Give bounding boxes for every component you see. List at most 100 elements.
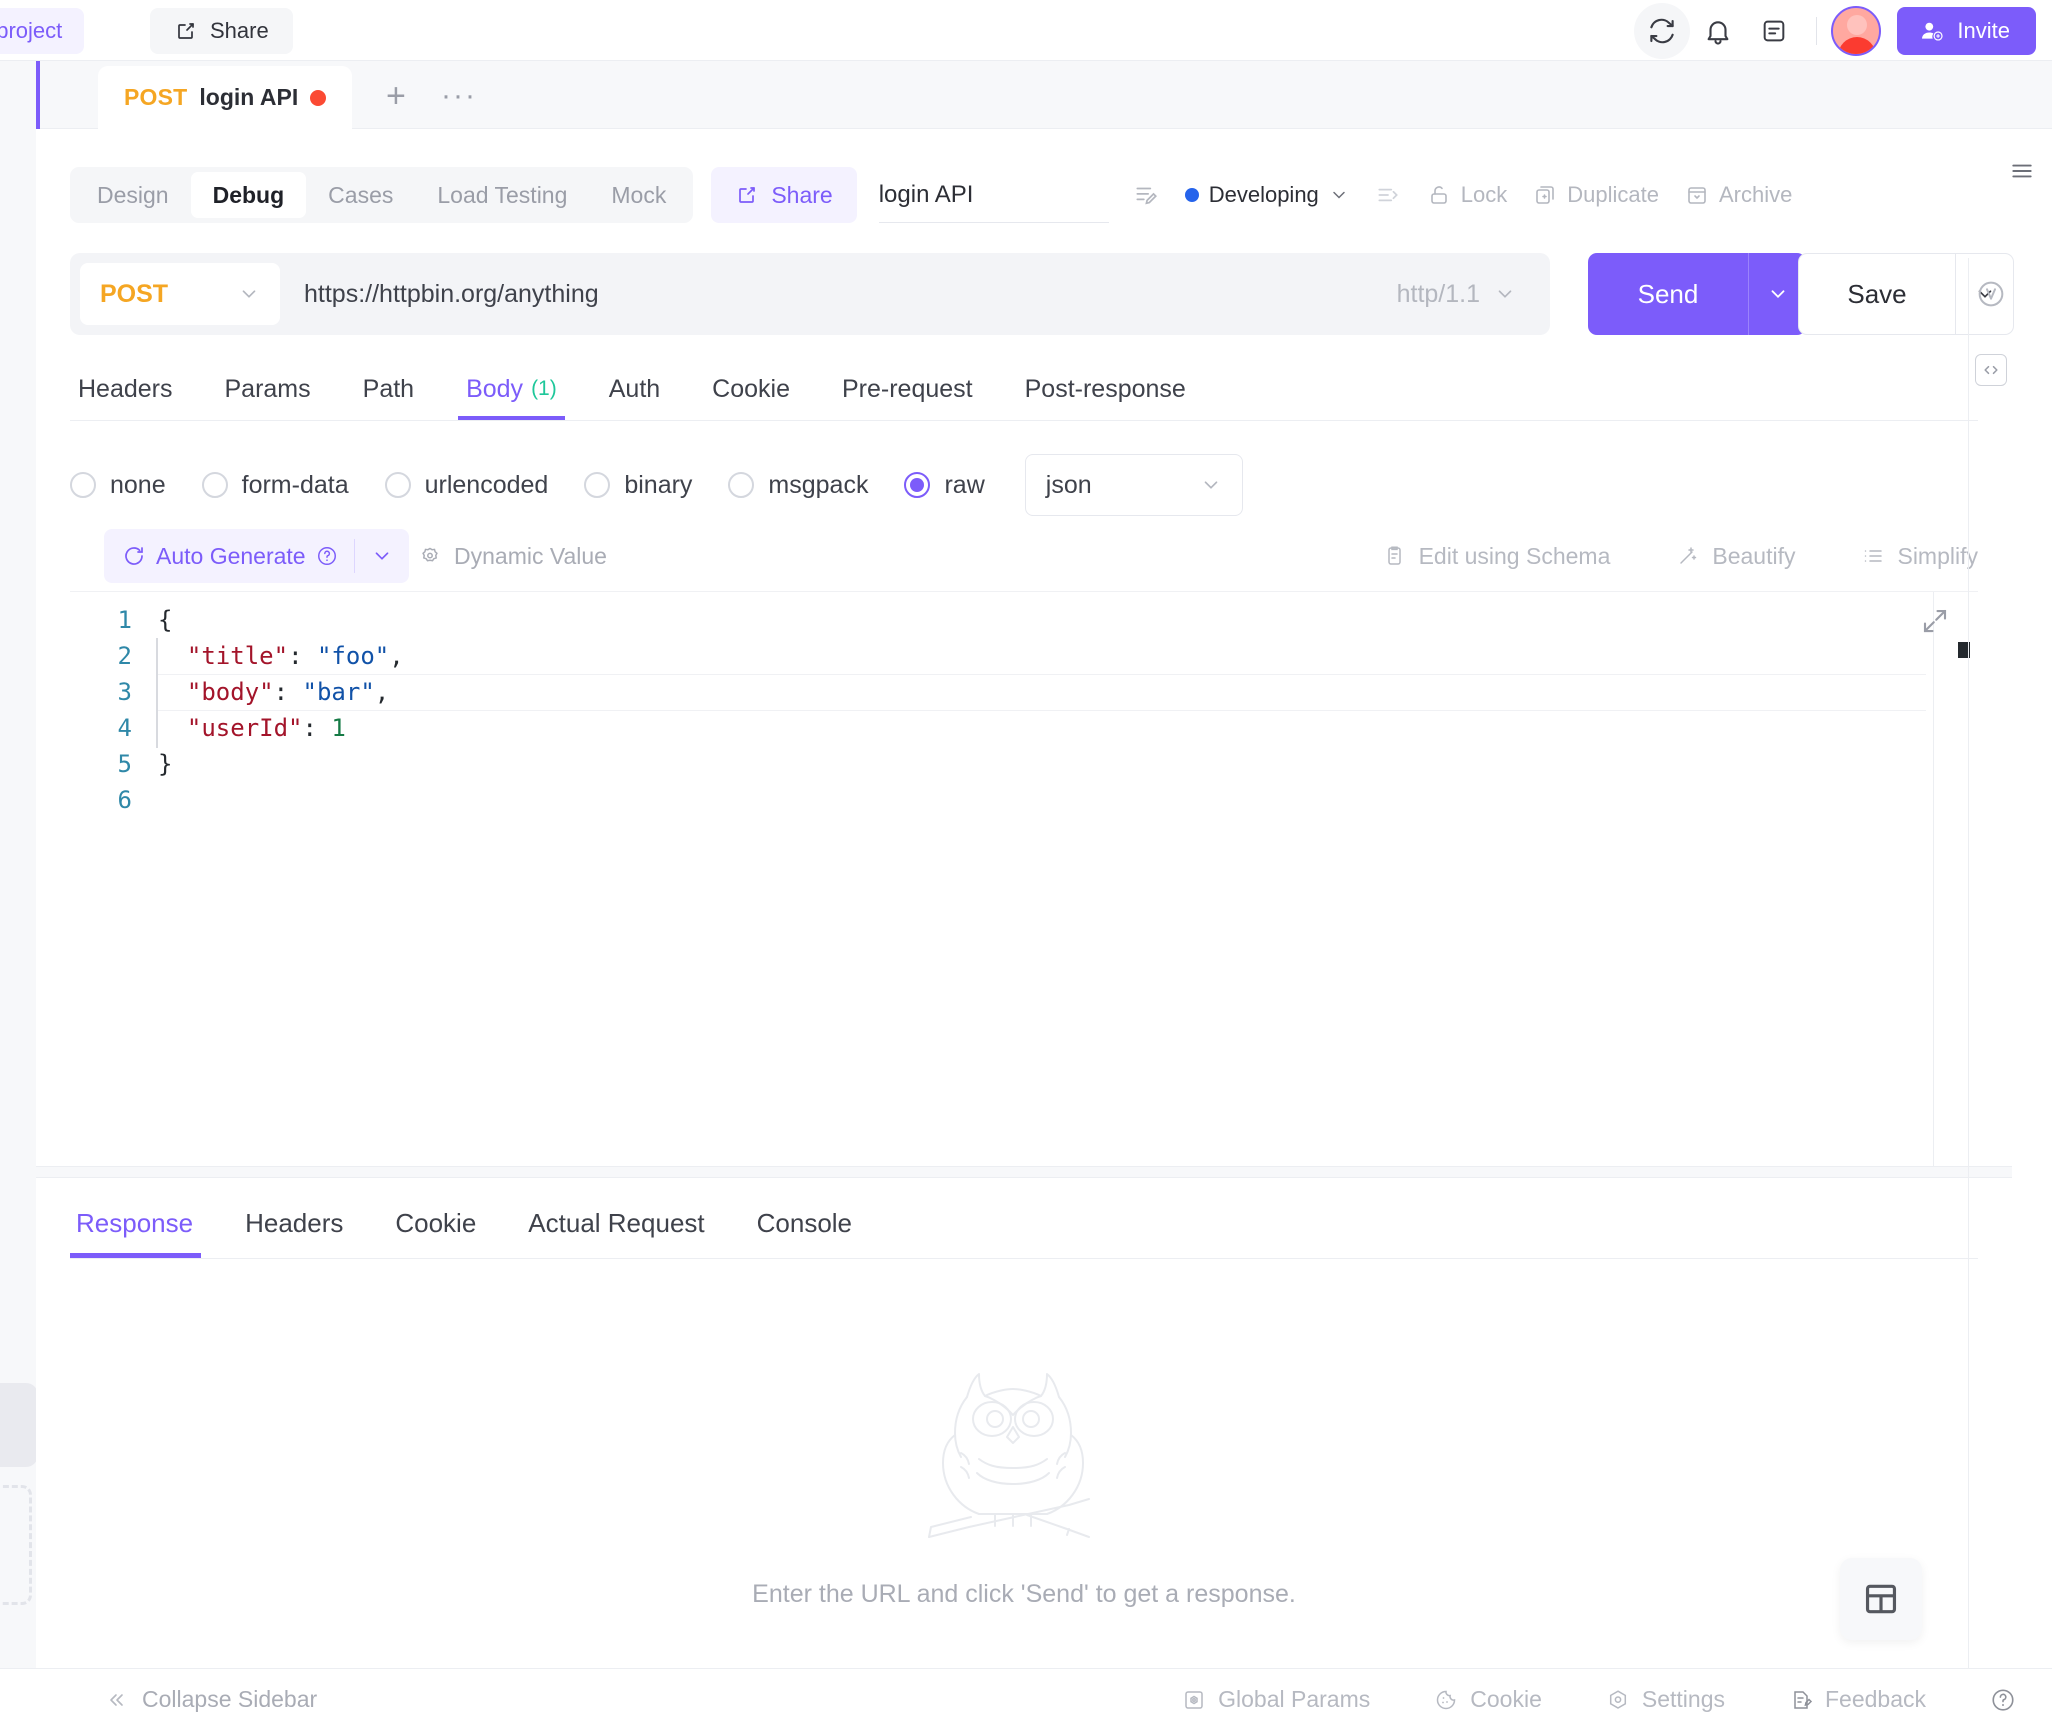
divider [1816, 16, 1818, 45]
gear-icon [1606, 1688, 1630, 1712]
dynamic-value-button[interactable]: Dynamic Value [418, 529, 607, 583]
tab-title-label: login API [199, 84, 299, 110]
right-tool-rail [1968, 258, 2012, 1730]
collapse-sidebar-button[interactable]: Collapse Sidebar [104, 1686, 317, 1713]
auto-generate-label-wrap: Auto Generate [104, 543, 354, 570]
simplify-icon [1861, 544, 1885, 568]
method-selector[interactable]: POST [80, 263, 280, 325]
refresh-icon[interactable] [1634, 2, 1691, 59]
body-type-none[interactable]: none [70, 471, 166, 500]
api-name-field[interactable]: login API [878, 167, 1109, 223]
tab-params[interactable]: Params [199, 359, 337, 419]
tab-pre-request[interactable]: Pre-request [816, 359, 999, 419]
duplicate-button[interactable]: Duplicate [1533, 182, 1659, 208]
document-tab-login-api[interactable]: POST login API [98, 66, 353, 129]
archive-label: Archive [1719, 182, 1793, 207]
response-splitter[interactable] [36, 1166, 2012, 1178]
global-params-icon [1182, 1688, 1206, 1712]
cookie-button[interactable]: Cookie [1434, 1686, 1542, 1713]
save-button[interactable]: Save [1798, 253, 1956, 335]
radio-icon-selected [904, 472, 931, 498]
api-name-value: login API [878, 180, 974, 208]
send-button[interactable]: Send [1588, 253, 1748, 335]
project-chip[interactable]: ew project [0, 8, 85, 54]
body-type-urlencoded[interactable]: urlencoded [384, 471, 548, 500]
bell-icon[interactable] [1690, 3, 1746, 59]
tab-body[interactable]: Body (1) [440, 359, 583, 420]
mode-load-testing[interactable]: Load Testing [415, 172, 589, 218]
global-params-button[interactable]: Global Params [1182, 1686, 1370, 1713]
settings-button[interactable]: Settings [1606, 1686, 1725, 1713]
mode-toolbar: Design Debug Cases Load Testing Mock Sha… [70, 167, 1792, 223]
tab-cookie[interactable]: Cookie [686, 359, 816, 419]
auto-generate-label: Auto Generate [156, 542, 306, 569]
share-button-top-label: Share [210, 18, 269, 43]
mode-mock[interactable]: Mock [589, 172, 688, 218]
resp-tab-headers[interactable]: Headers [219, 1189, 369, 1257]
mode-cases[interactable]: Cases [306, 172, 415, 218]
share-icon [174, 19, 198, 43]
tab-auth[interactable]: Auth [583, 359, 686, 419]
code-content[interactable]: { "title": "foo", "body": "bar", "userId… [158, 602, 1926, 1157]
layout-toggle-button[interactable] [1840, 1558, 1922, 1640]
share-button-top[interactable]: Share [150, 8, 293, 54]
line-number: 2 [117, 642, 132, 670]
tab-body-label: Body [466, 374, 524, 403]
lock-button[interactable]: Lock [1427, 182, 1507, 208]
mode-debug[interactable]: Debug [190, 172, 307, 218]
tab-overflow-button[interactable]: ··· [441, 79, 477, 113]
tab-post-response-label: Post-response [1024, 374, 1186, 403]
notes-icon[interactable] [1746, 3, 1802, 59]
share-button-api[interactable]: Share [711, 167, 857, 223]
body-type-binary[interactable]: binary [584, 471, 692, 500]
url-input[interactable]: https://httpbin.org/anything [304, 280, 1397, 309]
simplify-button[interactable]: Simplify [1861, 543, 1978, 570]
body-type-binary-label: binary [624, 470, 693, 499]
beautify-button[interactable]: Beautify [1676, 543, 1795, 570]
tab-headers[interactable]: Headers [70, 359, 199, 419]
auto-generate-options-button[interactable] [355, 545, 409, 567]
wand-icon [1676, 544, 1700, 568]
resp-tab-actual-request[interactable]: Actual Request [502, 1189, 730, 1257]
tab-body-count: (1) [531, 377, 557, 400]
response-tabs: Response Headers Cookie Actual Request C… [70, 1189, 1978, 1259]
resp-tab-cookie[interactable]: Cookie [369, 1189, 502, 1257]
auto-generate-button[interactable]: Auto Generate [104, 529, 409, 583]
accent-bar [36, 61, 40, 129]
expand-editor-icon[interactable] [1920, 606, 1950, 636]
rail-collapsed-item[interactable] [0, 1383, 38, 1467]
code-icon[interactable] [1975, 354, 2007, 386]
tab-path[interactable]: Path [337, 359, 440, 419]
body-code-editor[interactable]: 1 2 3 4 5 6 { "title": "foo", "body": "bar", … [70, 591, 1978, 1167]
feedback-button[interactable]: Feedback [1789, 1686, 1926, 1713]
add-user-icon [1919, 18, 1945, 44]
status-selector[interactable]: Developing [1184, 182, 1349, 208]
line-number: 1 [117, 606, 132, 634]
mode-design[interactable]: Design [75, 172, 191, 218]
body-type-raw[interactable]: raw [904, 471, 985, 500]
body-type-msgpack[interactable]: msgpack [728, 471, 868, 500]
edit-description-icon[interactable] [1133, 182, 1159, 208]
invite-button-label: Invite [1957, 17, 2010, 43]
invite-button[interactable]: Invite [1897, 6, 2036, 55]
radio-icon [584, 472, 611, 498]
protocol-selector[interactable]: http/1.1 [1397, 280, 1516, 309]
body-format-selector[interactable]: json [1024, 454, 1243, 516]
new-tab-button[interactable]: + [386, 77, 406, 116]
help-circle-icon[interactable] [316, 545, 338, 567]
avatar[interactable] [1831, 5, 1882, 56]
tab-headers-label: Headers [78, 374, 173, 403]
v-badge-icon[interactable] [1975, 278, 2007, 310]
resp-tab-response[interactable]: Response [70, 1189, 219, 1258]
help-button[interactable] [1990, 1687, 2016, 1713]
archive-button[interactable]: Archive [1685, 182, 1792, 208]
schema-icon [1383, 544, 1407, 568]
body-type-form-data[interactable]: form-data [201, 471, 349, 500]
tab-post-response[interactable]: Post-response [999, 359, 1212, 419]
move-icon[interactable] [1375, 182, 1401, 208]
edit-using-schema-button[interactable]: Edit using Schema [1383, 543, 1610, 570]
simplify-label: Simplify [1897, 542, 1978, 569]
feedback-label: Feedback [1824, 1686, 1926, 1712]
resp-tab-console[interactable]: Console [731, 1189, 878, 1257]
dynamic-value-icon [418, 544, 442, 568]
